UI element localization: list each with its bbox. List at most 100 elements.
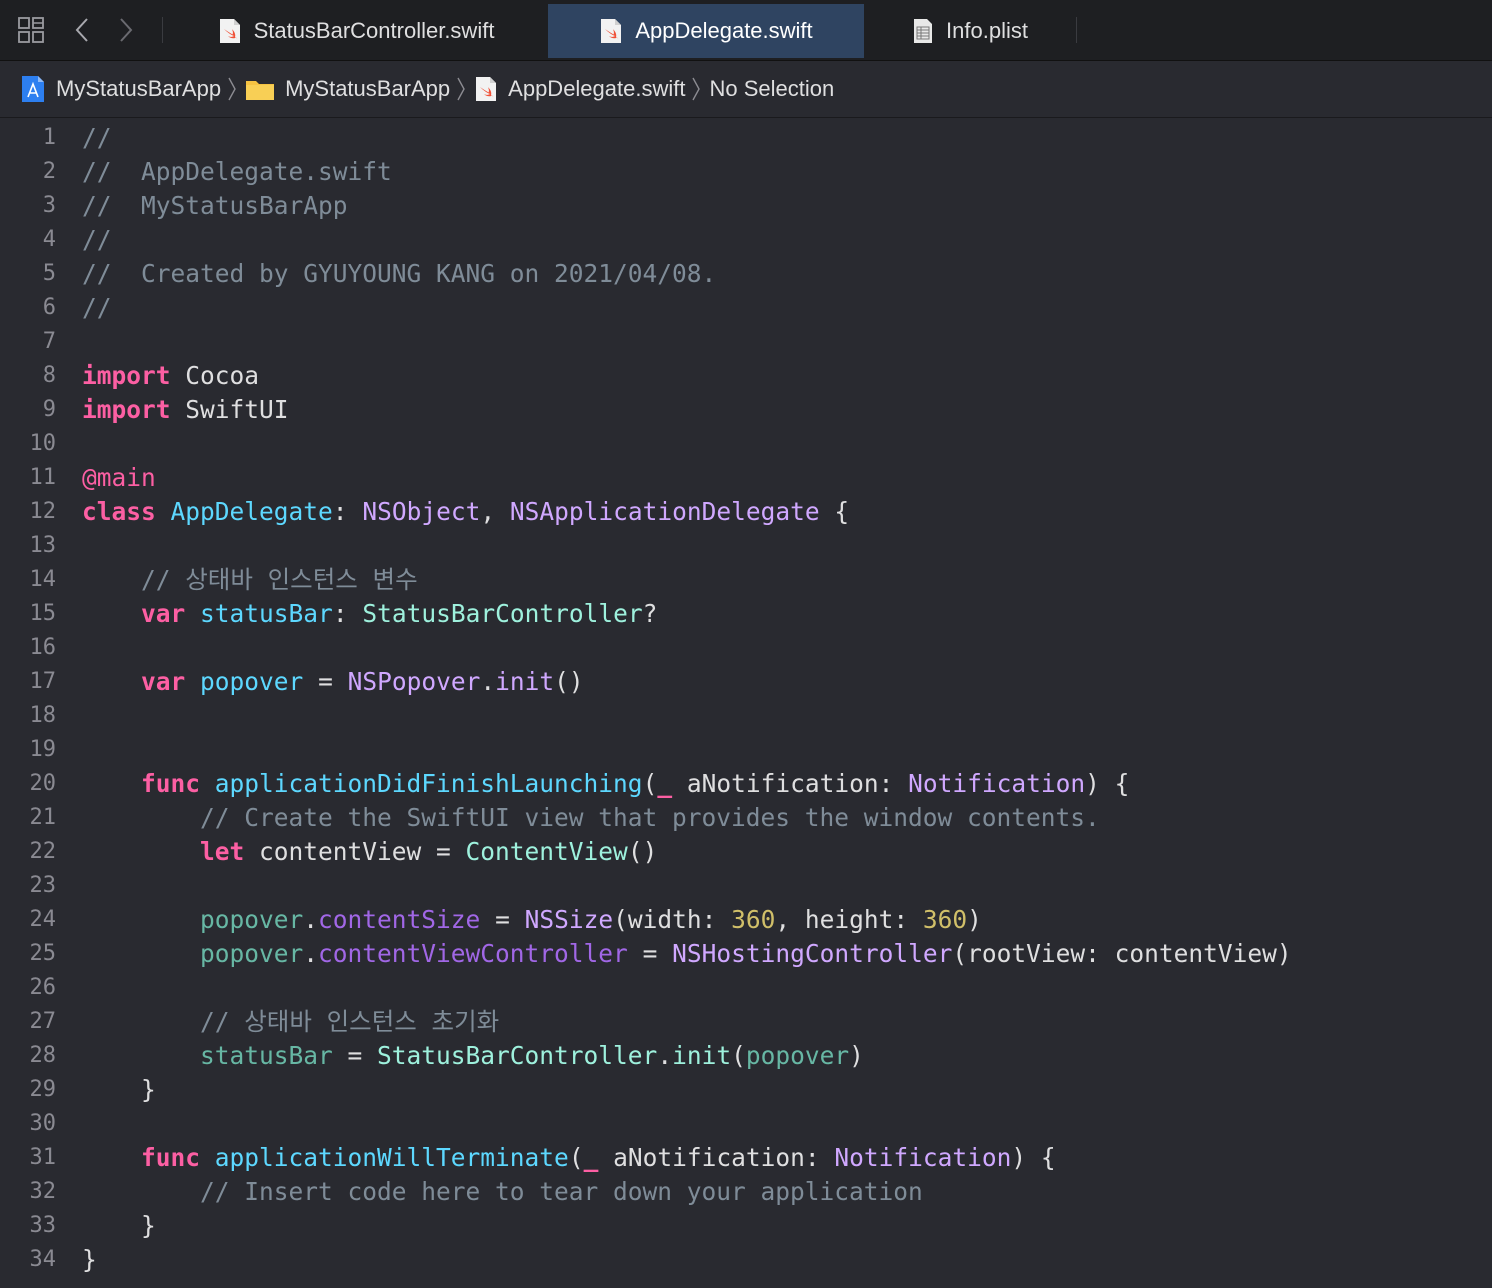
code-token: aNotification: [672, 769, 909, 798]
code-token: . [303, 905, 319, 934]
code-token: // [82, 123, 112, 152]
line-number: 32 [29, 1179, 57, 1204]
chevron-right-icon[interactable] [110, 0, 142, 60]
code-token: { [819, 497, 850, 526]
code-token: // [82, 225, 112, 254]
code-token: var [141, 599, 186, 628]
code-token: NSSize [524, 905, 614, 934]
code-token: Notification [908, 769, 1086, 798]
code-token: ( [642, 769, 658, 798]
breadcrumb-label: No Selection [709, 76, 835, 101]
line-number: 23 [29, 873, 57, 898]
code-token: (width: [613, 905, 732, 934]
code-token: import [82, 395, 171, 424]
line-number: 31 [29, 1145, 57, 1170]
chevron-right-icon [691, 76, 701, 102]
line-number: 16 [29, 635, 57, 660]
chevron-left-icon[interactable] [66, 0, 98, 60]
breadcrumb: MyStatusBarApp MyStatusBarApp AppDelegat… [0, 61, 1492, 118]
line-number: 22 [29, 839, 57, 864]
code-text: var statusBar: StatusBarController? [82, 597, 657, 631]
code-token: popover [200, 905, 304, 934]
code-token: NSApplicationDelegate [509, 497, 820, 526]
code-token: // [82, 293, 112, 322]
folder-icon [245, 76, 275, 102]
code-token: @main [82, 463, 156, 492]
breadcrumb-item-selection[interactable]: No Selection [709, 76, 834, 102]
code-token: ) { [1085, 769, 1130, 798]
line-number: 4 [42, 227, 56, 252]
code-token: (rootView: contentView) [952, 939, 1292, 968]
code-token: , height: [775, 905, 923, 934]
line-number: 3 [42, 193, 56, 218]
code-text: // MyStatusBarApp [82, 189, 348, 223]
code-text: // Insert code here to tear down your ap… [82, 1175, 923, 1209]
code-token: ) [849, 1041, 864, 1070]
tab-bar: StatusBarController.swift AppDelegate.sw… [0, 0, 1492, 61]
code-text: // Create the SwiftUI view that provides… [82, 801, 1100, 835]
line-number: 25 [29, 941, 57, 966]
code-token: } [82, 1075, 156, 1104]
code-token: NSHostingController [672, 939, 953, 968]
code-text: // 상태바 인스턴스 초기화 [82, 1005, 499, 1039]
code-token: aNotification: [598, 1143, 835, 1172]
code-token: statusBar [200, 1041, 333, 1070]
breadcrumb-item-project[interactable]: MyStatusBarApp [20, 75, 221, 103]
line-number: 14 [29, 567, 57, 592]
code-token: popover [745, 1041, 850, 1070]
line-number: 13 [29, 533, 57, 558]
line-number: 17 [29, 669, 57, 694]
line-number: 33 [29, 1213, 57, 1238]
related-items-grid-icon[interactable] [10, 0, 52, 60]
code-editor[interactable]: 1 // 2 // AppDelegate.swift 3 // MyStatusBarA… [0, 118, 1492, 1288]
code-token: } [82, 1245, 97, 1274]
tab-appdelegate[interactable]: AppDelegate.swift [548, 4, 864, 58]
code-token: _ [657, 769, 673, 798]
code-token: = [627, 939, 673, 968]
code-token: // Insert code here to tear down your ap… [200, 1177, 923, 1206]
xcode-project-icon [20, 75, 46, 103]
breadcrumb-item-file[interactable]: AppDelegate.swift [474, 76, 685, 102]
code-token: StatusBarController [377, 1041, 658, 1070]
breadcrumb-item-folder[interactable]: MyStatusBarApp [245, 76, 450, 102]
code-token: popover [200, 939, 304, 968]
code-token: _ [583, 1143, 599, 1172]
code-token: popover [200, 667, 304, 696]
chevron-right-icon [227, 76, 237, 102]
code-token: } [82, 1211, 156, 1240]
code-token: var [141, 667, 186, 696]
code-token: // Created by GYUYOUNG KANG on 2021/04/0… [82, 259, 717, 288]
code-token: // Create the SwiftUI view that provides… [200, 803, 1100, 832]
breadcrumb-label: AppDelegate.swift [508, 76, 686, 101]
code-token: applicationDidFinishLaunching [214, 769, 643, 798]
code-token: // MyStatusBarApp [82, 191, 348, 220]
code-token: statusBar [200, 599, 333, 628]
code-token: ) { [1011, 1143, 1056, 1172]
tab-statusbarcontroller[interactable]: StatusBarController.swift [164, 4, 548, 58]
code-token: contentView = [244, 837, 466, 866]
code-text: popover.contentSize = NSSize(width: 360,… [82, 903, 982, 937]
code-text: // Created by GYUYOUNG KANG on 2021/04/0… [82, 257, 716, 291]
swift-file-icon [218, 18, 242, 44]
code-token: let [200, 837, 245, 866]
code-token: contentViewController [318, 939, 628, 968]
tab-info-plist[interactable]: Info.plist [864, 4, 1076, 58]
code-text: import SwiftUI [82, 393, 289, 427]
line-number: 11 [29, 465, 57, 490]
line-number: 15 [29, 601, 57, 626]
code-text: statusBar = StatusBarController.init(pop… [82, 1039, 864, 1073]
code-text: // [82, 291, 112, 325]
code-token: ( [568, 1143, 584, 1172]
code-text: } [82, 1073, 156, 1107]
toolbar-divider [162, 17, 163, 43]
